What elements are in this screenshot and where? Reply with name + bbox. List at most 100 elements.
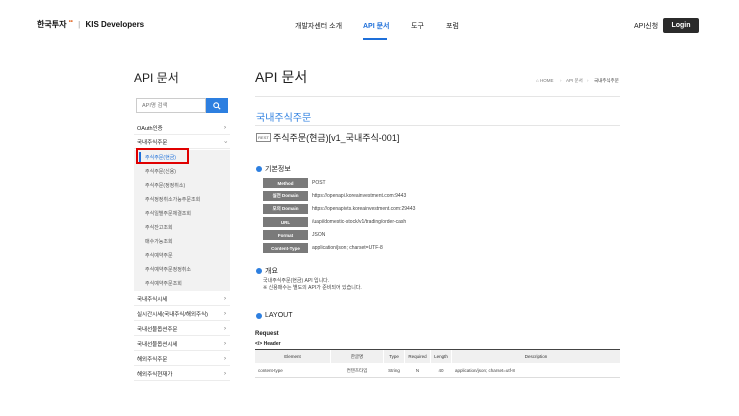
info-label: 모의 Domain: [263, 204, 308, 214]
sidebar-item-domestic-order[interactable]: 국내주식주문 ›: [134, 135, 230, 149]
product-name: KIS Developers: [85, 20, 145, 29]
bullet-icon: [256, 312, 262, 319]
brand-name: 한국투자: [37, 20, 67, 29]
submenu-item[interactable]: 주식주문(신용): [145, 168, 176, 175]
api-search-input[interactable]: [136, 98, 206, 113]
sidebar-item-label: 국내선물옵션주문: [137, 326, 178, 333]
layout-heading: LAYOUT: [256, 312, 293, 319]
sidebar-item-realtime[interactable]: 실시간시세(국내주식/해외주식) ›: [134, 307, 230, 321]
brand-dots: ••: [68, 19, 73, 25]
sidebar-item-domestic-quote[interactable]: 국내주식시세 ›: [134, 292, 230, 306]
search-icon: [213, 101, 221, 110]
table-header-cell: Required: [405, 350, 430, 363]
sidebar-item-label: 해외주식현재가: [137, 371, 173, 378]
submenu-item[interactable]: 주식예약주문: [145, 252, 173, 259]
chevron-right-icon: ›: [224, 370, 226, 377]
sidebar-item-label: OAuth인증: [137, 125, 163, 132]
info-value: https://openapivts.koreainvestment.com:2…: [312, 206, 416, 212]
chevron-right-icon: ›: [224, 295, 226, 302]
bullet-icon: [256, 166, 262, 172]
breadcrumb-api[interactable]: API 문서: [566, 78, 583, 84]
basic-info-heading: 기본정보: [256, 164, 291, 174]
overview-heading: 개요: [256, 266, 278, 276]
nav-tools[interactable]: 도구: [411, 21, 424, 31]
brand-logo[interactable]: 한국투자 •• | KIS Developers: [37, 19, 144, 30]
section-title: 국내주식주문: [256, 113, 312, 124]
layout-title: LAYOUT: [265, 312, 293, 319]
breadcrumb-separator: ›: [560, 78, 562, 83]
submenu-item[interactable]: 주식예약주문정정취소: [145, 266, 191, 273]
breadcrumb-current: 국내주식주문: [594, 78, 619, 83]
info-value: /uapi/domestic-stock/v1/trading/order-ca…: [312, 219, 407, 225]
search-button[interactable]: [206, 98, 228, 113]
info-label: Method: [263, 178, 308, 188]
chevron-right-icon: ›: [224, 355, 226, 362]
info-label: 실전 Domain: [263, 191, 308, 201]
info-value: POST: [312, 180, 326, 186]
table-header-cell: Length: [431, 350, 451, 363]
table-header-cell: Type: [384, 350, 404, 363]
table-cell: String: [388, 368, 400, 373]
selection-highlight-box: [136, 148, 189, 164]
info-value: application/json; charset=UTF-8: [312, 245, 383, 251]
submenu-item[interactable]: 주식잔고조회: [145, 224, 173, 231]
table-header-cell: Description: [452, 350, 620, 363]
request-label: Request: [255, 331, 279, 337]
login-button[interactable]: Login: [663, 18, 699, 33]
table-cell: 40: [438, 368, 444, 373]
api-name-heading: 주식주문(현금)[v1_국내주식-001]: [273, 133, 400, 143]
home-icon: ⌂: [536, 78, 539, 83]
info-value: JSON: [312, 232, 326, 238]
overview-text: 국내주식주문(현금) API 입니다.: [263, 278, 330, 284]
breadcrumb-home[interactable]: ⌂ HOME: [536, 78, 553, 83]
submenu-item[interactable]: 주식정정취소가능주문조회: [145, 196, 200, 203]
sidebar-item-label: 실시간시세(국내주식/해외주식): [137, 311, 208, 318]
top-header: 한국투자 •• | KIS Developers 개발자센터 소개 API 문서…: [0, 0, 739, 50]
submenu-item[interactable]: 주식주문(정정취소): [145, 182, 185, 189]
info-value: https://openapi.koreainvestment.com:9443: [312, 193, 407, 199]
breadcrumb-separator: ›: [587, 78, 589, 83]
sidebar-item-label: 국내주식주문: [137, 139, 168, 146]
nav-dev-center[interactable]: 개발자센터 소개: [295, 21, 342, 31]
header-label: </> Header: [255, 341, 281, 347]
sidebar-item-overseas-order[interactable]: 해외주식주문 ›: [134, 352, 230, 366]
api-apply-link[interactable]: API신청: [634, 21, 658, 31]
page-title: API 문서: [255, 69, 308, 85]
rest-badge: REST: [256, 133, 271, 142]
info-label: Format: [263, 230, 308, 240]
submenu-item[interactable]: 매수가능조회: [145, 238, 173, 245]
basic-info-title: 기본정보: [265, 166, 291, 173]
table-row-divider: [255, 377, 620, 378]
nav-forum[interactable]: 포럼: [446, 21, 459, 31]
nav-api-docs[interactable]: API 문서: [363, 21, 390, 31]
sidebar-item-label: 국내선물옵션시세: [137, 341, 178, 348]
table-cell: content-type: [258, 368, 283, 373]
submenu-item[interactable]: 주식일별주문체결조회: [145, 210, 191, 217]
table-cell: N: [415, 368, 420, 373]
overview-note: ※ 신용매수는 별도의 API가 준비되어 있습니다.: [263, 285, 362, 291]
chevron-right-icon: ›: [224, 124, 226, 131]
table-cell: application/json; charset=utf-8: [455, 368, 515, 373]
overview-title: 개요: [265, 268, 278, 275]
table-header-cell: 한글명: [331, 350, 383, 363]
nav-active-underline: [363, 38, 387, 40]
table-header-cell: Element: [255, 350, 330, 363]
sidebar-item-futures-order[interactable]: 국내선물옵션주문 ›: [134, 322, 230, 336]
chevron-right-icon: ›: [224, 310, 226, 317]
sidebar-title: API 문서: [134, 71, 179, 85]
info-label: Content-Type: [263, 243, 308, 253]
submenu-item[interactable]: 주식예약주문조회: [145, 280, 182, 287]
sidebar-item-futures-quote[interactable]: 국내선물옵션시세 ›: [134, 337, 230, 351]
table-cell: 컨텐츠타입: [346, 367, 368, 373]
chevron-down-icon: ›: [222, 140, 228, 143]
sidebar-item-label: 해외주식주문: [137, 356, 168, 363]
sidebar-item-oauth[interactable]: OAuth인증 ›: [134, 121, 230, 135]
chevron-right-icon: ›: [224, 340, 226, 347]
breadcrumb-home-label: HOME: [539, 78, 554, 83]
bullet-icon: [256, 268, 262, 274]
sidebar-item-overseas-price[interactable]: 해외주식현재가 ›: [134, 367, 230, 381]
sidebar-item-label: 국내주식시세: [137, 296, 168, 303]
brand-separator: |: [78, 20, 81, 29]
chevron-right-icon: ›: [224, 325, 226, 332]
divider: [255, 125, 620, 126]
